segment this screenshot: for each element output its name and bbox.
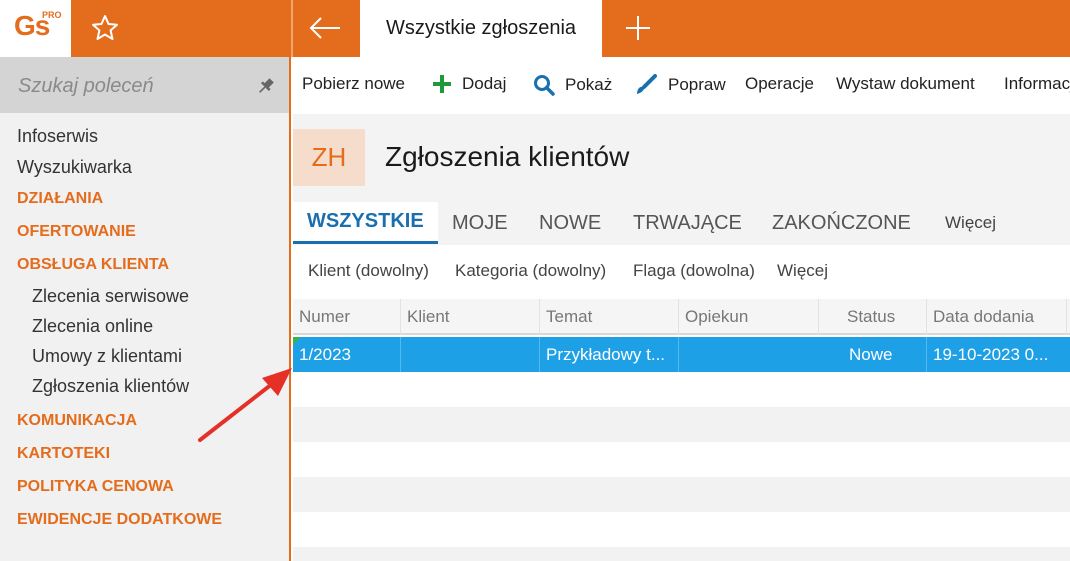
sidebar-item-umowy-z-klientami[interactable]: Umowy z klientami [32,346,182,367]
empty-row [293,407,1070,442]
page-title: Zgłoszenia klientów [385,141,630,172]
popraw-button[interactable]: Popraw [634,74,726,96]
column-header-data-dodania[interactable]: Data dodania [933,307,1034,327]
tab-nowe[interactable]: NOWE [539,202,601,244]
sidebar-category-polityka-cenowa[interactable]: POLITYKA CENOWA [17,478,174,496]
column-header-status[interactable]: Status [847,307,895,327]
cell-status: Nowe [849,345,893,364]
column-header-numer[interactable]: Numer [299,307,350,327]
column-divider [926,299,927,335]
column-header-klient[interactable]: Klient [407,307,450,327]
filter-klient[interactable]: Klient (dowolny) [308,261,429,281]
filter-kategoria[interactable]: Kategoria (dowolny) [455,261,606,281]
column-header-temat[interactable]: Temat [546,307,592,327]
column-divider [400,299,401,335]
cell-data-dodania: 19-10-2023 0... [933,345,1049,364]
tab-zakonczone[interactable]: ZAKOŃCZONE [772,202,911,244]
tab-moje[interactable]: MOJE [452,202,508,244]
dodaj-label: Dodaj [462,74,507,93]
pobierz-nowe-button[interactable]: Pobierz nowe [302,74,405,94]
sidebar-item-zgloszenia-klientow[interactable]: Zgłoszenia klientów [32,376,189,397]
wystaw-dokument-button[interactable]: Wystaw dokument [836,74,975,94]
row-flag-marker [293,337,301,345]
column-divider [1066,299,1067,335]
brush-icon [637,74,657,94]
column-divider [678,299,679,335]
back-arrow-icon[interactable] [307,13,343,43]
operacje-label: Operacje [745,74,814,93]
module-badge: ZH [293,129,365,186]
popraw-label: Popraw [668,75,726,94]
column-divider [926,337,927,372]
command-search-input[interactable] [18,71,248,101]
sidebar-category-obsluga-klienta[interactable]: OBSŁUGA KLIENTA [17,256,169,274]
wystaw-dokument-label: Wystaw dokument [836,74,975,93]
toolbar: Pobierz nowe Dodaj Pokaż Popraw Operacje [293,57,1070,114]
top-bar: Gs PRO Wszystkie zgłoszenia [0,0,1070,57]
sidebar-item-infoserwis[interactable]: Infoserwis [17,126,98,147]
table-row[interactable]: 1/2023 Przykładowy t... Nowe 19-10-2023 … [293,337,1070,372]
sidebar-category-komunikacja[interactable]: KOMUNIKACJA [17,412,137,430]
sidebar-category-dzialania[interactable]: DZIAŁANIA [17,190,103,208]
column-divider [678,337,679,372]
pin-icon[interactable] [256,76,276,96]
sidebar-item-zlecenia-online[interactable]: Zlecenia online [32,316,153,337]
sidebar-category-ofertowanie[interactable]: OFERTOWANIE [17,223,136,241]
empty-row [293,512,1070,547]
command-search [0,57,289,113]
informacje-label: Informacje [1004,74,1070,93]
tab-wiecej[interactable]: Więcej [945,202,996,244]
tab-wszystkie-zgloszenia[interactable]: Wszystkie zgłoszenia [360,0,602,57]
sidebar-item-wyszukiwarka[interactable]: Wyszukiwarka [17,157,132,178]
app-logo[interactable]: Gs PRO [0,0,71,57]
cell-numer: 1/2023 [299,345,351,364]
column-divider [539,299,540,335]
add-tab-icon[interactable] [622,12,654,44]
tickets-grid: Numer Klient Temat Opiekun Status Data d… [293,299,1070,561]
pokaz-button[interactable]: Pokaż [533,74,612,96]
operacje-button[interactable]: Operacje [745,74,814,94]
plus-icon [433,75,451,93]
column-header-opiekun[interactable]: Opiekun [685,307,748,327]
star-icon[interactable] [90,13,120,43]
empty-row [293,442,1070,477]
cell-temat: Przykładowy t... [546,345,666,364]
sidebar-category-kartoteki[interactable]: KARTOTEKI [17,445,110,463]
tab-trwajace[interactable]: TRWAJĄCE [633,202,742,244]
filter-flaga[interactable]: Flaga (dowolna) [633,261,755,281]
tab-wszystkie[interactable]: WSZYSTKIE [293,202,438,244]
filter-wiecej[interactable]: Więcej [777,261,828,281]
informacje-button[interactable]: Informacje [1004,74,1070,94]
topbar-divider [291,0,293,57]
column-divider [818,299,819,335]
empty-row [293,547,1070,561]
column-divider [539,337,540,372]
sidebar-item-zlecenia-serwisowe[interactable]: Zlecenia serwisowe [32,286,189,307]
logo-badge: PRO [42,10,62,20]
sidebar-category-ewidencje-dodatkowe[interactable]: EWIDENCJE DODATKOWE [17,511,222,529]
search-icon [534,75,555,96]
empty-row [293,477,1070,512]
dodaj-button[interactable]: Dodaj [432,74,506,94]
view-tabs: WSZYSTKIE MOJE NOWE TRWAJĄCE ZAKOŃCZONE … [293,202,1070,244]
column-divider [400,337,401,372]
empty-row [293,372,1070,407]
pobierz-nowe-label: Pobierz nowe [302,74,406,93]
filter-bar: Klient (dowolny) Kategoria (dowolny) Fla… [293,245,1070,298]
pokaz-label: Pokaż [565,75,613,94]
page-header: ZH Zgłoszenia klientów WSZYSTKIE MOJE NO… [293,114,1070,258]
main-content: Pobierz nowe Dodaj Pokaż Popraw Operacje [293,57,1070,561]
sidebar: Infoserwis Wyszukiwarka DZIAŁANIA OFERTO… [0,57,291,561]
grid-header: Numer Klient Temat Opiekun Status Data d… [293,299,1070,335]
